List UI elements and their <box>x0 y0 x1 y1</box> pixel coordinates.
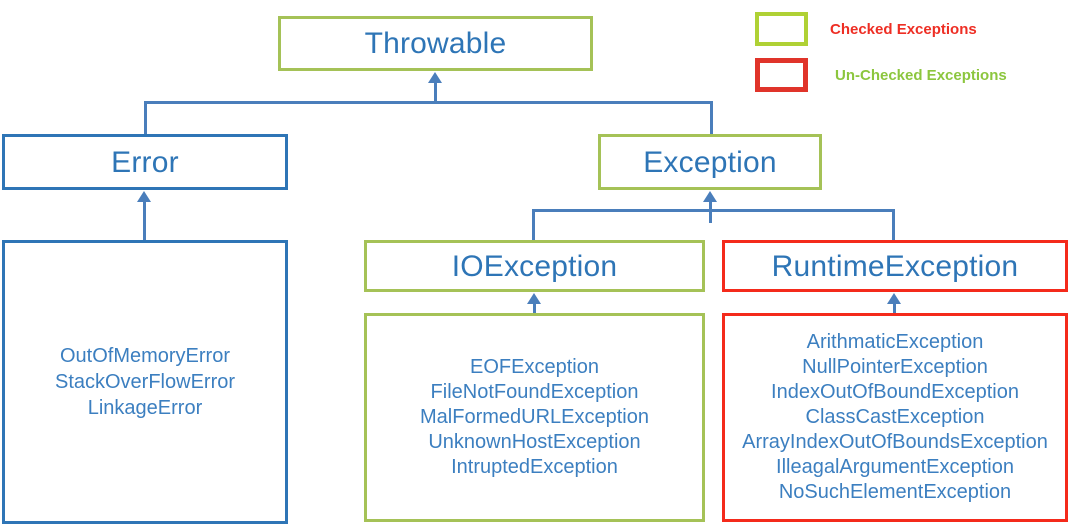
error-subclass-list: OutOfMemoryError StackOverFlowError Linkag… <box>55 343 235 421</box>
node-exception[interactable]: Exception <box>598 134 822 190</box>
legend-item-unchecked: Un-Checked Exceptions <box>755 52 1007 98</box>
leafbox-runtimeexception-subclasses[interactable]: ArithmaticException NullPointerException I… <box>722 313 1068 522</box>
connector-level2-bar <box>532 209 895 212</box>
leafbox-ioexception-subclasses[interactable]: EOFException FileNotFoundException MalForm… <box>364 313 705 522</box>
connector-error-leaf-stem <box>143 201 146 243</box>
list-item: ArrayIndexOutOfBoundsException <box>742 431 1048 453</box>
node-ioexception[interactable]: IOException <box>364 240 705 292</box>
leafbox-error-subclasses[interactable]: OutOfMemoryError StackOverFlowError Linkag… <box>2 240 288 524</box>
list-item: StackOverFlowError <box>54 371 236 393</box>
list-item: OutOfMemoryError <box>59 345 231 367</box>
node-throwable[interactable]: Throwable <box>278 16 593 71</box>
node-runtimeexception-label: RuntimeException <box>771 249 1019 283</box>
node-throwable-label: Throwable <box>364 27 507 60</box>
connector-level2-drop-ioexception <box>532 209 535 243</box>
node-exception-label: Exception <box>643 145 777 179</box>
legend-swatch-red-icon <box>755 58 808 92</box>
list-item: ArithmaticException <box>806 331 984 353</box>
arrow-into-exception-icon <box>703 191 717 202</box>
connector-level1-bar <box>144 101 713 104</box>
legend-label-checked: Checked Exceptions <box>830 20 977 38</box>
list-item: IndexOutOfBoundException <box>771 381 1019 403</box>
exception-hierarchy-diagram: Throwable Error Exception IOException Ru… <box>0 0 1080 528</box>
arrow-into-runtimeexception-icon <box>887 293 901 304</box>
legend-label-unchecked: Un-Checked Exceptions <box>835 66 1007 84</box>
legend: Checked Exceptions Un-Checked Exceptions <box>755 6 1007 98</box>
legend-item-checked: Checked Exceptions <box>755 6 1007 52</box>
list-item: LinkageError <box>87 397 203 419</box>
list-item: EOFException <box>470 356 599 378</box>
list-item: IlleagalArgumentException <box>776 456 1014 478</box>
list-item: UnknownHostException <box>428 431 641 453</box>
arrow-into-throwable-icon <box>428 72 442 83</box>
node-ioexception-label: IOException <box>451 249 618 283</box>
node-error[interactable]: Error <box>2 134 288 190</box>
connector-exception-stem <box>709 201 712 223</box>
list-item: MalFormedURLException <box>420 406 649 428</box>
node-error-label: Error <box>111 145 179 179</box>
list-item: IntruptedException <box>451 456 618 478</box>
list-item: NoSuchElementException <box>778 481 1012 503</box>
arrow-into-ioexception-icon <box>527 293 541 304</box>
connector-level1-drop-exception <box>710 101 713 137</box>
list-item: NullPointerException <box>802 356 988 378</box>
ioexception-subclass-list: EOFException FileNotFoundException MalForm… <box>420 355 649 480</box>
legend-swatch-green-icon <box>755 12 808 46</box>
connector-level1-drop-error <box>144 101 147 137</box>
runtimeexception-subclass-list: ArithmaticException NullPointerException I… <box>742 330 1048 505</box>
connector-level2-drop-runtimeexception <box>892 209 895 243</box>
arrow-into-error-icon <box>137 191 151 202</box>
list-item: ClassCastException <box>805 406 985 428</box>
node-runtimeexception[interactable]: RuntimeException <box>722 240 1068 292</box>
list-item: FileNotFoundException <box>430 381 639 403</box>
